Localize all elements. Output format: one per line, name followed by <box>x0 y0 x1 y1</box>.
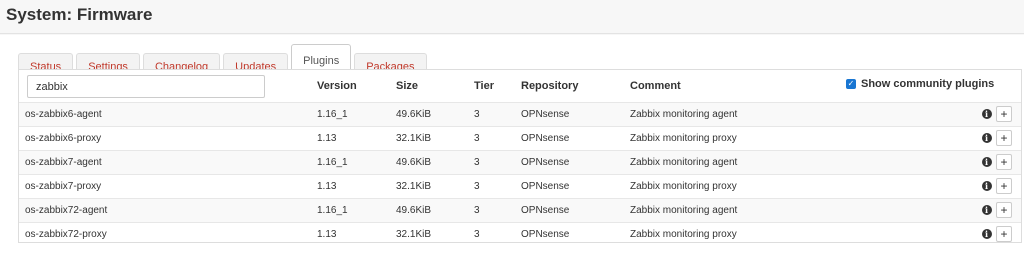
info-button[interactable]: i <box>979 106 994 122</box>
plugin-tier: 3 <box>474 157 480 168</box>
info-button[interactable]: i <box>979 202 994 218</box>
plugin-comment: Zabbix monitoring proxy <box>630 133 737 144</box>
plugin-repository: OPNsense <box>521 181 570 192</box>
info-icon: i <box>981 181 992 191</box>
plugin-size: 32.1KiB <box>396 133 432 144</box>
plugin-tier: 3 <box>474 109 480 120</box>
row-actions: i + <box>979 130 1012 146</box>
table-row: os-zabbix7-proxy 1.13 32.1KiB 3 OPNsense Zabb… <box>19 174 1021 198</box>
column-header-repository: Repository <box>521 80 579 92</box>
plugin-comment: Zabbix monitoring proxy <box>630 181 737 192</box>
plugin-tier: 3 <box>474 229 480 240</box>
row-actions: i + <box>979 202 1012 218</box>
install-button[interactable]: + <box>996 202 1012 218</box>
plugin-name: os-zabbix6-proxy <box>25 133 102 144</box>
install-button[interactable]: + <box>996 130 1012 146</box>
plugin-version: 1.16_1 <box>317 205 348 216</box>
info-icon: i <box>981 205 992 215</box>
plugin-size: 49.6KiB <box>396 205 432 216</box>
install-button[interactable]: + <box>996 154 1012 170</box>
plugin-name: os-zabbix72-proxy <box>25 229 107 240</box>
search-input[interactable] <box>27 75 265 98</box>
plugin-size: 49.6KiB <box>396 109 432 120</box>
info-button[interactable]: i <box>979 178 994 194</box>
plugin-tier: 3 <box>474 181 480 192</box>
plugin-repository: OPNsense <box>521 205 570 216</box>
plugin-version: 1.13 <box>317 181 337 192</box>
info-icon: i <box>981 133 992 143</box>
plugin-name: os-zabbix7-agent <box>25 157 102 168</box>
install-button[interactable]: + <box>996 226 1012 242</box>
plugin-version: 1.13 <box>317 133 337 144</box>
plugin-name: os-zabbix7-proxy <box>25 181 102 192</box>
plugin-size: 32.1KiB <box>396 181 432 192</box>
info-button[interactable]: i <box>979 130 994 146</box>
show-community-toggle[interactable]: ✓ Show community plugins <box>846 78 994 90</box>
info-button[interactable]: i <box>979 154 994 170</box>
plugin-comment: Zabbix monitoring proxy <box>630 229 737 240</box>
info-icon: i <box>981 157 992 167</box>
plugin-tier: 3 <box>474 205 480 216</box>
install-button[interactable]: + <box>996 178 1012 194</box>
table-row: os-zabbix72-agent 1.16_1 49.6KiB 3 OPNsense Z… <box>19 198 1021 222</box>
table-row: os-zabbix6-proxy 1.13 32.1KiB 3 OPNsense Zabb… <box>19 126 1021 150</box>
plugin-version: 1.16_1 <box>317 157 348 168</box>
plugin-name: os-zabbix72-agent <box>25 205 108 216</box>
plugins-panel: Version Size Tier Repository Comment ✓ S… <box>18 69 1022 243</box>
plugin-comment: Zabbix monitoring agent <box>630 205 738 216</box>
plugin-repository: OPNsense <box>521 157 570 168</box>
info-icon: i <box>981 109 992 119</box>
plugin-repository: OPNsense <box>521 133 570 144</box>
info-icon: i <box>981 229 992 239</box>
install-button[interactable]: + <box>996 106 1012 122</box>
plugin-version: 1.13 <box>317 229 337 240</box>
show-community-label: Show community plugins <box>861 78 995 90</box>
row-actions: i + <box>979 226 1012 242</box>
check-icon[interactable]: ✓ <box>846 79 856 89</box>
plugin-size: 49.6KiB <box>396 157 432 168</box>
page-title: System: Firmware <box>6 5 153 24</box>
column-header-tier: Tier <box>474 80 494 92</box>
table-row: os-zabbix7-agent 1.16_1 49.6KiB 3 OPNsense Za… <box>19 150 1021 174</box>
plugin-comment: Zabbix monitoring agent <box>630 157 738 168</box>
plugin-comment: Zabbix monitoring agent <box>630 109 738 120</box>
row-actions: i + <box>979 154 1012 170</box>
column-header-size: Size <box>396 80 419 92</box>
table-row: os-zabbix72-proxy 1.13 32.1KiB 3 OPNsense Zab… <box>19 222 1021 246</box>
plugin-repository: OPNsense <box>521 229 570 240</box>
plugin-name: os-zabbix6-agent <box>25 109 102 120</box>
row-actions: i + <box>979 178 1012 194</box>
column-header-comment: Comment <box>630 80 681 92</box>
plugin-repository: OPNsense <box>521 109 570 120</box>
plugin-tier: 3 <box>474 133 480 144</box>
info-button[interactable]: i <box>979 226 994 242</box>
page-header: System: Firmware <box>0 0 1024 34</box>
row-actions: i + <box>979 106 1012 122</box>
table-row: os-zabbix6-agent 1.16_1 49.6KiB 3 OPNsense Za… <box>19 102 1021 126</box>
column-header-version: Version <box>317 80 357 92</box>
plugin-size: 32.1KiB <box>396 229 432 240</box>
plugin-version: 1.16_1 <box>317 109 348 120</box>
